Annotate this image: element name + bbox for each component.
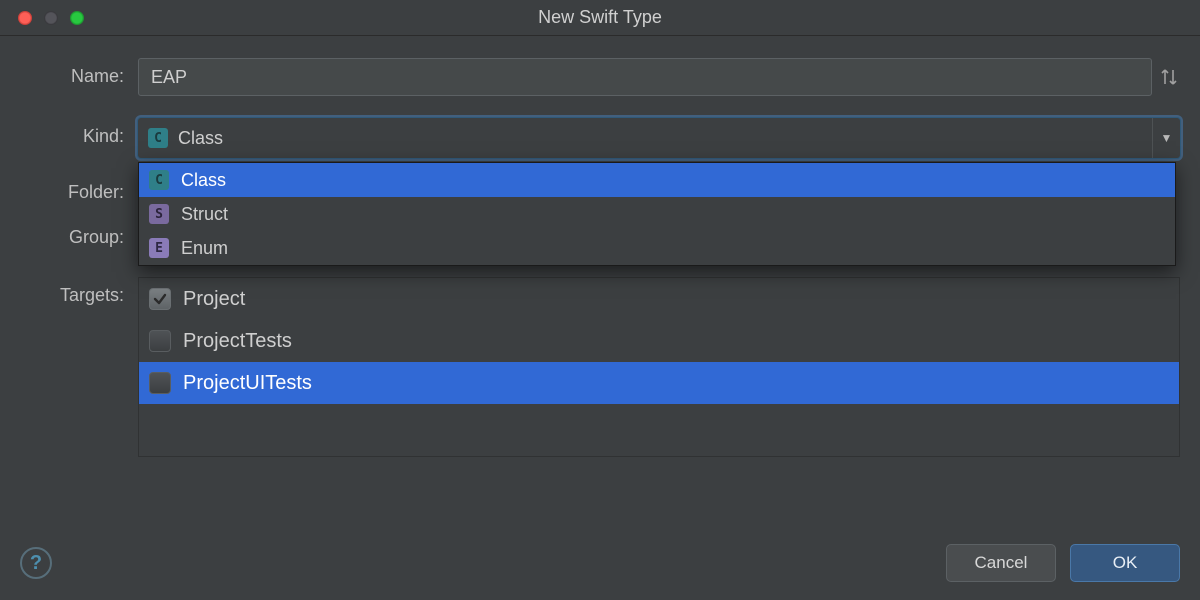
kind-option-label: Class <box>181 170 226 191</box>
target-item-project[interactable]: Project <box>139 278 1179 320</box>
targets-list: Project ProjectTests ProjectUITests <box>138 277 1180 457</box>
kind-option-class[interactable]: C Class <box>139 163 1175 197</box>
class-icon: C <box>148 128 168 148</box>
kind-dropdown-list: C Class S Struct E Enum <box>138 162 1176 266</box>
minimize-window-button[interactable] <box>44 11 58 25</box>
sort-arrows-icon[interactable] <box>1158 58 1180 96</box>
target-item-projecttests[interactable]: ProjectTests <box>139 320 1179 362</box>
struct-icon: S <box>149 204 169 224</box>
ok-button[interactable]: OK <box>1070 544 1180 582</box>
target-item-label: Project <box>183 288 245 311</box>
close-window-button[interactable] <box>18 11 32 25</box>
chevron-down-icon: ▼ <box>1152 118 1180 158</box>
checkbox-unchecked-icon[interactable] <box>149 372 171 394</box>
target-item-label: ProjectUITests <box>183 372 312 395</box>
group-label: Group: <box>20 219 138 248</box>
window-title: New Swift Type <box>0 7 1200 28</box>
enum-icon: E <box>149 238 169 258</box>
target-item-projectuitests[interactable]: ProjectUITests <box>139 362 1179 404</box>
kind-option-label: Enum <box>181 238 228 259</box>
checkbox-unchecked-icon[interactable] <box>149 330 171 352</box>
zoom-window-button[interactable] <box>70 11 84 25</box>
kind-label: Kind: <box>20 118 138 147</box>
checkbox-checked-icon[interactable] <box>149 288 171 310</box>
kind-option-struct[interactable]: S Struct <box>139 197 1175 231</box>
folder-label: Folder: <box>20 174 138 203</box>
kind-option-enum[interactable]: E Enum <box>139 231 1175 265</box>
target-item-label: ProjectTests <box>183 330 292 353</box>
cancel-button[interactable]: Cancel <box>946 544 1056 582</box>
kind-option-label: Struct <box>181 204 228 225</box>
kind-combobox[interactable]: C Class ▼ <box>138 118 1180 158</box>
class-icon: C <box>149 170 169 190</box>
name-input[interactable] <box>138 58 1152 96</box>
kind-selected-label: Class <box>178 128 223 149</box>
window-titlebar: New Swift Type <box>0 0 1200 36</box>
name-label: Name: <box>20 58 138 87</box>
help-button[interactable]: ? <box>20 547 52 579</box>
traffic-lights <box>0 11 84 25</box>
targets-label: Targets: <box>20 277 138 306</box>
